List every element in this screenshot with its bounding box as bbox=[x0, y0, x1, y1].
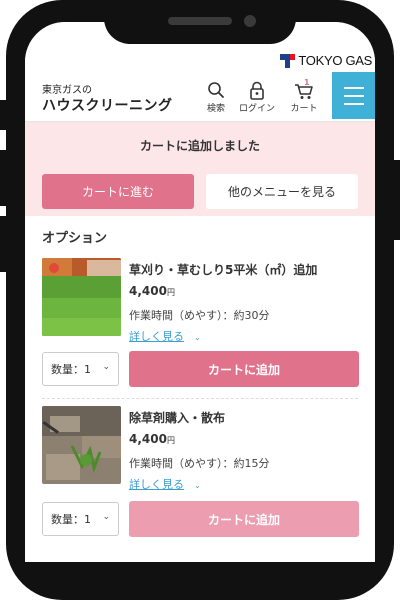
site-header: 東京ガスの ハウスクリーニング 検索 ログイン 1 カート bbox=[25, 72, 375, 122]
option-price: 4,400円 bbox=[129, 284, 175, 298]
lawn-mowing-image bbox=[42, 258, 121, 336]
phone-notch bbox=[104, 0, 296, 44]
nav-search-label: 検索 bbox=[206, 104, 225, 114]
quantity-value: 数量：1 bbox=[51, 363, 91, 376]
nav-cart-label: カート bbox=[290, 104, 318, 114]
option-details-label: 詳しく見る bbox=[129, 330, 184, 343]
option-title: 除草剤購入・散布 bbox=[129, 411, 226, 425]
cart-added-message: カートに追加しました bbox=[139, 139, 260, 153]
quantity-select[interactable]: 数量：1 ⌄ bbox=[42, 352, 119, 386]
nav-search[interactable]: 検索 bbox=[196, 80, 236, 114]
add-to-cart-button[interactable]: カートに追加 bbox=[129, 501, 359, 537]
herbicide-spraying-image bbox=[42, 406, 121, 484]
phone-side-button bbox=[0, 150, 8, 206]
options-section-title: オプション bbox=[42, 231, 108, 246]
search-icon bbox=[196, 80, 236, 100]
phone-side-button bbox=[0, 100, 8, 130]
cart-icon: 1 bbox=[284, 78, 324, 100]
option-work-time: 作業時間（めやす）：約15分 bbox=[129, 457, 270, 470]
hamburger-menu-button[interactable] bbox=[332, 72, 375, 119]
phone-side-button bbox=[392, 160, 400, 240]
brand-name: TOKYO GAS bbox=[298, 53, 372, 68]
add-to-cart-button[interactable]: カートに追加 bbox=[129, 351, 359, 387]
chevron-down-icon: ⌄ bbox=[102, 362, 110, 372]
option-details-label: 詳しく見る bbox=[129, 478, 184, 491]
chevron-down-icon: ⌄ bbox=[194, 481, 201, 490]
cart-count-badge: 1 bbox=[304, 78, 310, 87]
site-logo-line2: ハウスクリーニング bbox=[42, 98, 173, 114]
hamburger-icon bbox=[343, 86, 364, 89]
lock-icon bbox=[237, 80, 277, 100]
chevron-down-icon: ⌄ bbox=[102, 512, 110, 522]
quantity-value: 数量：1 bbox=[51, 513, 91, 526]
screen: TOKYO GAS 東京ガスの ハウスクリーニング 検索 ログイン 1 カート bbox=[25, 22, 375, 562]
option-price-currency: 円 bbox=[166, 288, 175, 297]
quantity-select[interactable]: 数量：1 ⌄ bbox=[42, 502, 119, 536]
option-work-time: 作業時間（めやす）：約30分 bbox=[129, 309, 270, 322]
option-price-value: 4,400 bbox=[129, 284, 167, 298]
nav-login-label: ログイン bbox=[238, 104, 275, 114]
view-other-menu-button[interactable]: 他のメニューを見る bbox=[206, 174, 358, 209]
nav-login[interactable]: ログイン bbox=[237, 80, 277, 114]
proceed-to-cart-button[interactable]: カートに進む bbox=[42, 174, 194, 209]
option-price-currency: 円 bbox=[166, 436, 175, 445]
site-logo-line1: 東京ガスの bbox=[42, 85, 92, 96]
speaker-grille bbox=[168, 17, 232, 25]
chevron-down-icon: ⌄ bbox=[194, 333, 201, 342]
option-price: 4,400円 bbox=[129, 432, 175, 446]
nav-cart[interactable]: 1 カート bbox=[284, 78, 324, 114]
phone-side-button bbox=[0, 216, 8, 272]
option-title: 草刈り・草むしり5平米（㎡）追加 bbox=[129, 263, 318, 277]
tokyo-gas-logo-icon bbox=[280, 53, 296, 68]
option-details-link[interactable]: 詳しく見る ⌄ bbox=[129, 476, 201, 492]
cart-added-notice: カートに追加しました カートに進む 他のメニューを見る bbox=[25, 122, 375, 216]
option-details-link[interactable]: 詳しく見る ⌄ bbox=[129, 328, 201, 344]
tokyo-gas-logo[interactable]: TOKYO GAS bbox=[280, 53, 372, 68]
option-price-value: 4,400 bbox=[129, 432, 167, 446]
divider bbox=[42, 398, 358, 399]
camera-icon bbox=[244, 15, 256, 27]
